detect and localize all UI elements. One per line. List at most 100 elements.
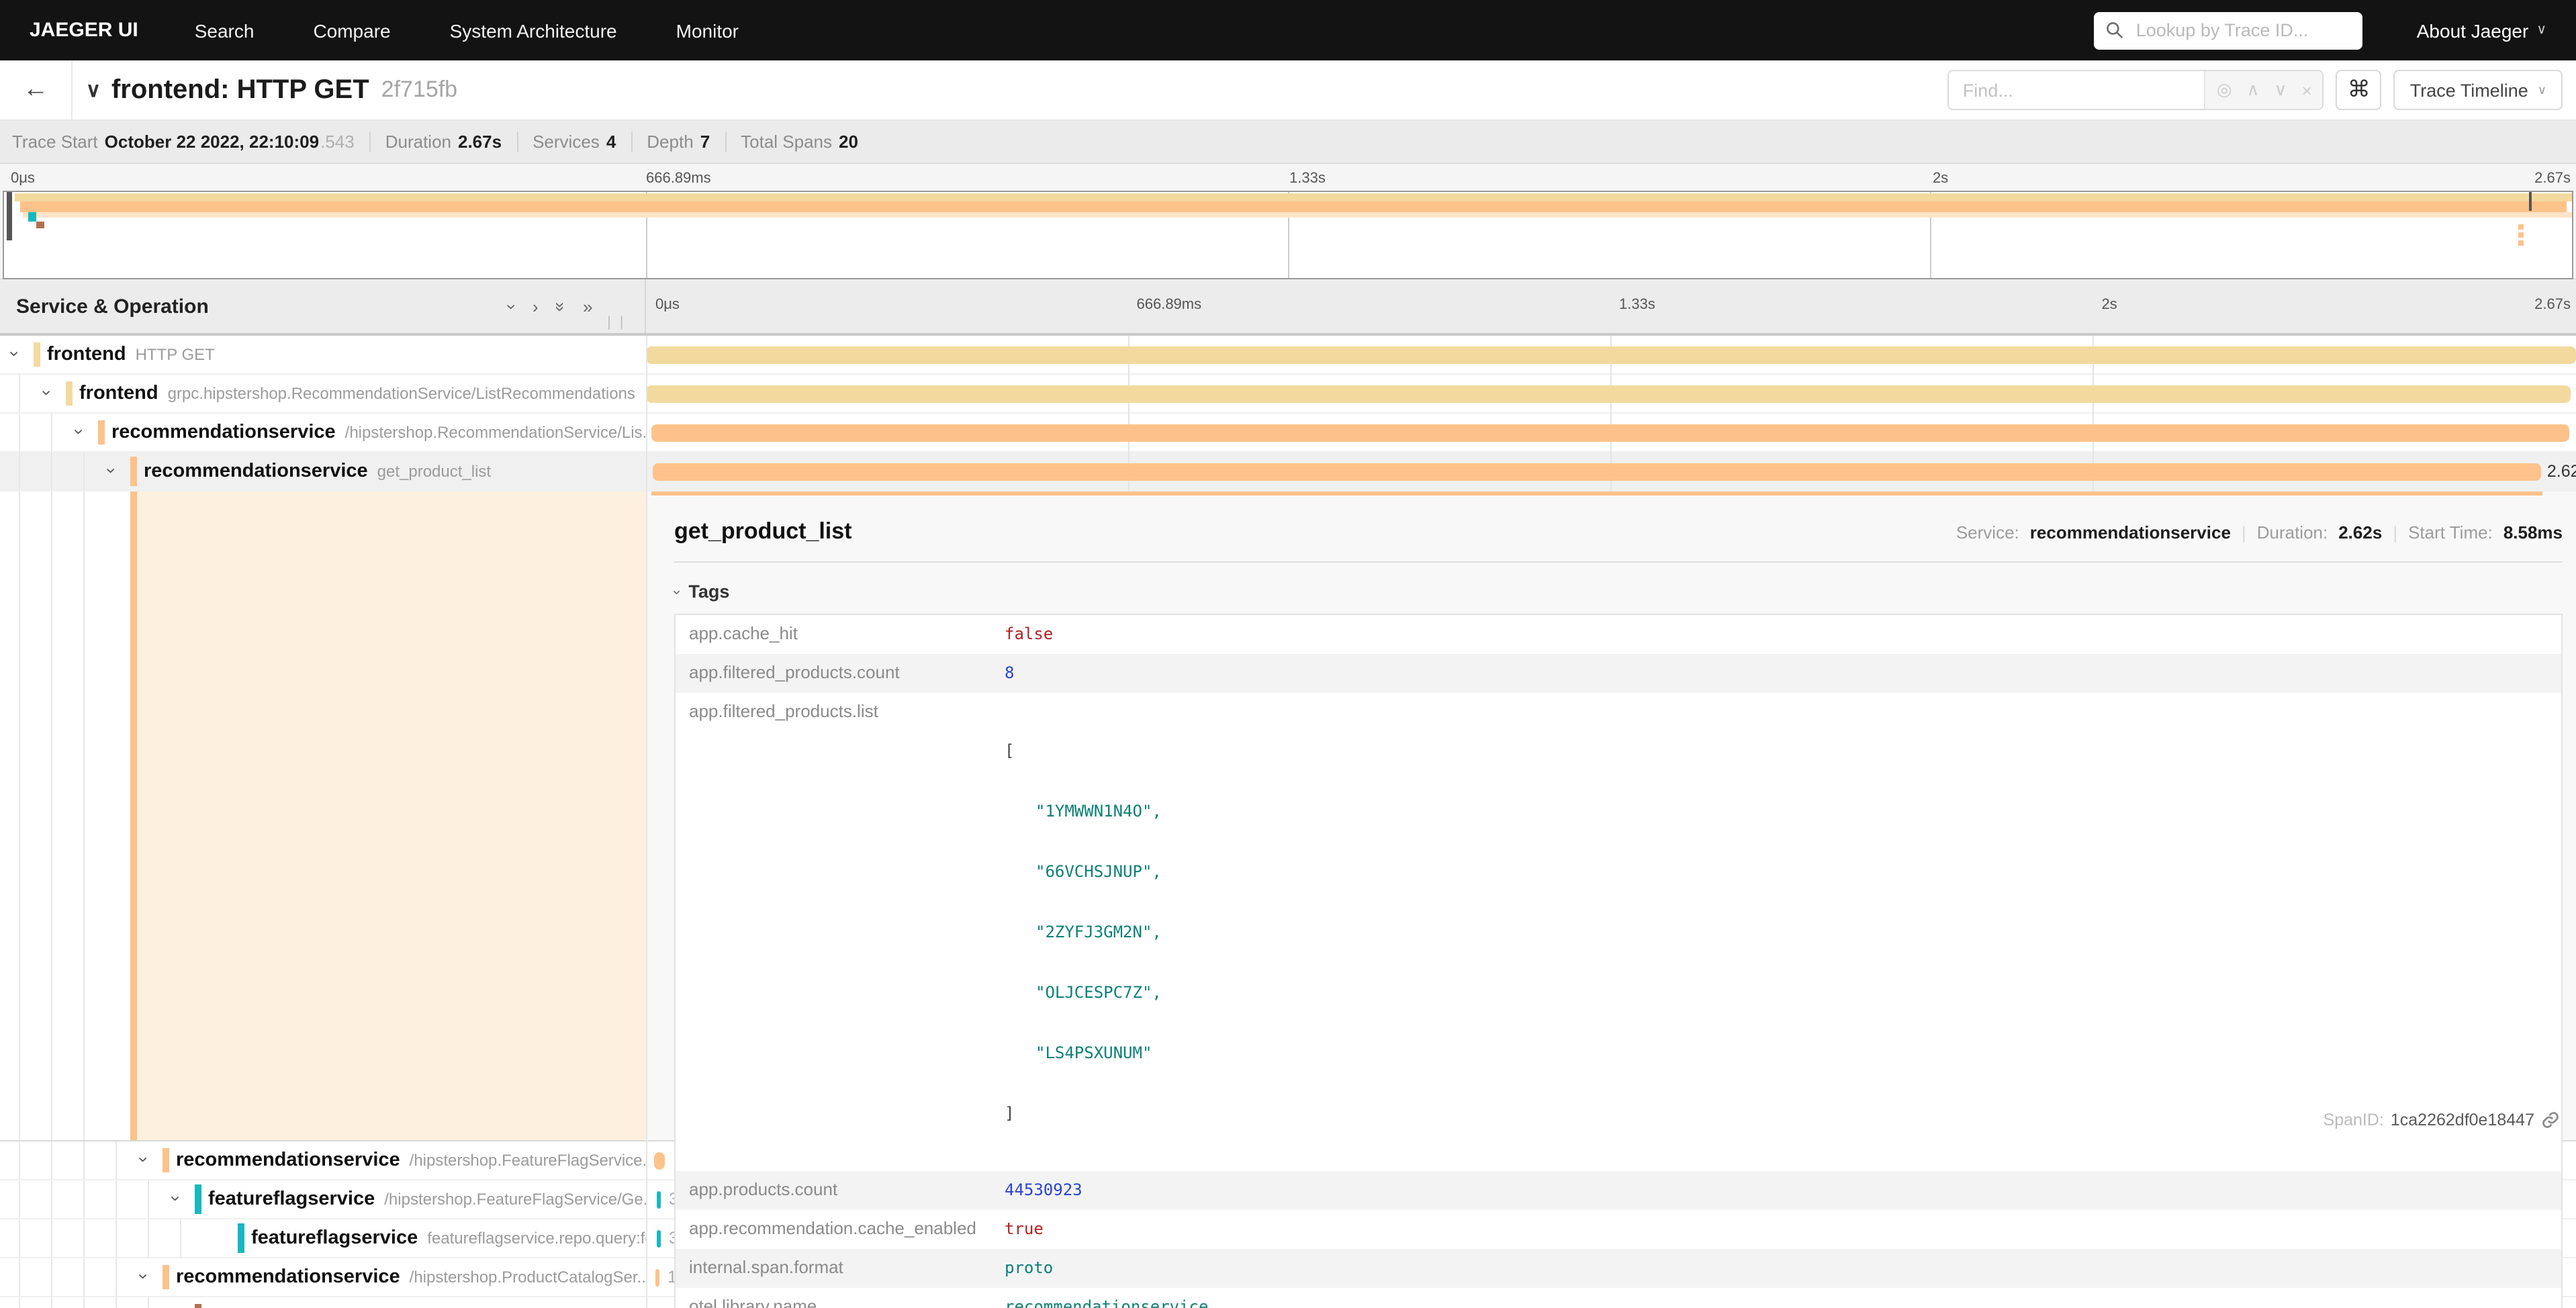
- span-name-cell: › recommendationserviceget_product_list: [0, 453, 646, 490]
- jaeger-trace-page: JAEGER UI Search Compare System Architec…: [0, 0, 2576, 1308]
- span-operation: grpc.hipstershop.RecommendationService/L…: [168, 384, 635, 403]
- tag-row: app.products.count 44530923: [676, 1171, 2561, 1210]
- tag-key: otel.library.name: [676, 1288, 1005, 1308]
- find-input[interactable]: [1949, 71, 2205, 109]
- tree-guide: [51, 1258, 52, 1296]
- trace-id-search-input[interactable]: [2133, 19, 2351, 42]
- nav-item-system-architecture[interactable]: System Architecture: [450, 19, 617, 41]
- minimap-left-drag-handle[interactable]: [7, 192, 12, 240]
- tree-guide: [51, 1141, 52, 1179]
- span-service: recommendationservice: [176, 1150, 400, 1171]
- view-selector-label: Trace Timeline: [2410, 80, 2528, 100]
- back-button[interactable]: ←: [0, 60, 73, 120]
- tree-guide: [19, 1141, 20, 1179]
- nav-item-compare[interactable]: Compare: [313, 19, 390, 41]
- column-resize-handle[interactable]: ❘❘: [603, 316, 629, 330]
- minimap-span-band: [2518, 240, 2524, 246]
- minimap-canvas[interactable]: [3, 191, 2573, 279]
- tree-guide: [116, 1297, 117, 1308]
- tree-guide: [83, 492, 85, 1140]
- collapse-one-icon[interactable]: ›: [502, 303, 522, 310]
- detail-span-meta: Service: recommendationservice | Duratio…: [1956, 522, 2563, 543]
- span-service: frontend: [79, 383, 158, 404]
- tree-guide: [19, 1258, 20, 1296]
- find-tools: ◎ ∧ ∨ ×: [2205, 71, 2323, 109]
- chevron-down-icon[interactable]: ›: [167, 1196, 185, 1202]
- tree-guide: [51, 1297, 52, 1308]
- tree-guide: [51, 1180, 52, 1218]
- service-color-bar: [195, 1304, 201, 1308]
- span-operation: /hipstershop.FeatureFlagService...: [410, 1151, 646, 1170]
- app-logo[interactable]: JAEGER UI: [30, 19, 138, 42]
- trace-start: Trace Start October 22 2022, 22:10:09 .5…: [12, 132, 371, 152]
- tree-guide: [19, 1297, 20, 1308]
- minimap-tick: 2s: [1933, 171, 1948, 187]
- total-spans-value: 20: [839, 132, 858, 152]
- trace-start-label: Trace Start: [12, 132, 98, 152]
- clear-find-icon[interactable]: ×: [2302, 80, 2312, 100]
- minimap-span-band: [2518, 224, 2524, 230]
- expand-one-icon[interactable]: ›: [533, 296, 539, 316]
- span-row-frontend-grpc[interactable]: › frontend grpc.hipstershop.Recommendatio…: [0, 375, 2576, 414]
- span-service-operation: recommendationservice/hipstershop.Featur…: [176, 1150, 646, 1171]
- chevron-down-icon: ∨: [2536, 23, 2546, 38]
- chevron-down-icon[interactable]: ›: [71, 429, 88, 435]
- span-detail-row: get_product_list Service: recommendation…: [0, 492, 2576, 1141]
- duration-value: 2.67s: [458, 132, 502, 152]
- span-row-get-product-list[interactable]: › recommendationserviceget_product_list …: [0, 453, 2576, 492]
- span-duration-bar[interactable]: [646, 346, 2576, 364]
- expand-all-icon[interactable]: »: [583, 296, 592, 316]
- axis-tick: 666.89ms: [1137, 297, 1202, 313]
- tree-guide: [51, 453, 52, 490]
- focus-match-icon[interactable]: ◎: [2217, 79, 2232, 101]
- span-row-frontend-http-get[interactable]: › frontendHTTP GET: [0, 336, 2576, 375]
- tag-row: app.filtered_products.list [ "1YMWWN1N4O…: [676, 693, 2561, 1171]
- top-nav: JAEGER UI Search Compare System Architec…: [0, 0, 2576, 60]
- list-item: "66VCHSJNUP",: [1005, 861, 1162, 884]
- trace-start-ms: .543: [320, 132, 355, 152]
- deep-link-icon[interactable]: [2541, 1111, 2560, 1129]
- chevron-down-icon[interactable]: ›: [135, 1274, 152, 1280]
- about-jaeger-menu[interactable]: About Jaeger ∨: [2417, 19, 2546, 41]
- column-divider[interactable]: [646, 336, 647, 1308]
- span-service-operation: recommendationserviceget_product_list: [144, 461, 491, 482]
- find-group: ◎ ∧ ∨ ×: [1948, 70, 2324, 110]
- minimap-tick: 1.33s: [1289, 171, 1326, 187]
- nav-item-monitor[interactable]: Monitor: [676, 19, 739, 41]
- prev-match-icon[interactable]: ∧: [2247, 79, 2260, 101]
- span-row-recommendation-grpc[interactable]: › recommendationservice/hipstershop.Reco…: [0, 414, 2576, 453]
- minimap-span-band: [23, 212, 2572, 218]
- span-duration-bar[interactable]: [651, 424, 2570, 442]
- nav-item-search[interactable]: Search: [195, 19, 255, 41]
- tag-key: app.filtered_products.list: [676, 693, 1005, 729]
- span-service-operation: featureflagservicefeatureflagservice.rep…: [251, 1227, 646, 1249]
- trace-title: frontend: HTTP GET: [111, 75, 369, 105]
- tree-guide: [116, 1258, 117, 1296]
- span-duration-bar[interactable]: [652, 463, 2542, 481]
- tree-guide: [51, 1219, 52, 1257]
- span-duration-bar[interactable]: [657, 1191, 661, 1209]
- service-color-bar: [34, 342, 40, 367]
- search-icon: [2107, 21, 2124, 39]
- chevron-down-icon[interactable]: ›: [103, 468, 120, 474]
- span-service-operation: recommendationservice/hipstershop.Recomm…: [111, 422, 646, 443]
- keyboard-shortcuts-button[interactable]: ⌘: [2336, 70, 2382, 110]
- span-duration-bar[interactable]: [646, 385, 2570, 403]
- span-service: recommendationservice: [111, 422, 336, 443]
- tag-row: app.filtered_products.count 8: [676, 654, 2561, 693]
- tags-section-toggle[interactable]: › Tags: [674, 581, 2563, 602]
- next-match-icon[interactable]: ∨: [2274, 79, 2287, 101]
- span-id-row: SpanID: 1ca2262df0e18447: [2324, 1111, 2560, 1129]
- trace-collapse-chevron-icon[interactable]: ∨: [86, 78, 101, 102]
- trace-id-search-box[interactable]: [2095, 11, 2363, 49]
- depth-value: 7: [700, 132, 710, 152]
- span-duration-bar[interactable]: [655, 1269, 659, 1287]
- view-selector-button[interactable]: Trace Timeline ∨: [2394, 70, 2563, 110]
- collapse-all-icon[interactable]: »: [551, 301, 571, 311]
- chevron-down-icon[interactable]: ›: [135, 1157, 152, 1163]
- minimap-right-drag-handle[interactable]: [2529, 192, 2532, 211]
- span-duration-bar[interactable]: [657, 1230, 661, 1248]
- span-duration-bar[interactable]: [654, 1152, 665, 1170]
- chevron-down-icon[interactable]: ›: [38, 390, 56, 396]
- chevron-down-icon[interactable]: ›: [6, 351, 24, 357]
